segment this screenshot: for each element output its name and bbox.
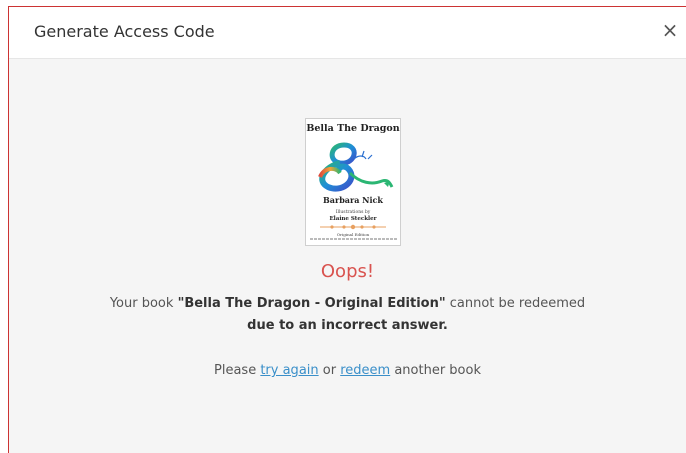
cover-title: Bella The Dragon [306, 123, 400, 134]
try-again-link[interactable]: try again [260, 363, 318, 378]
action-middle: or [318, 363, 341, 378]
access-code-modal: Generate Access Code × Bella The Dragon [8, 6, 686, 453]
error-message: Your book "Bella The Dragon - Original E… [9, 293, 686, 337]
cover-edition: Original Edition [336, 232, 370, 237]
modal-header: Generate Access Code × [9, 7, 686, 59]
error-heading: Oops! [320, 261, 375, 282]
book-name: "Bella The Dragon - Original Edition" [177, 296, 446, 311]
ornament-divider [320, 224, 386, 230]
book-cover: Bella The Dragon Barbara Nick Illustrati… [305, 118, 401, 246]
action-suffix: another book [390, 363, 481, 378]
close-button[interactable]: × [660, 19, 680, 41]
dragon-illustration [318, 142, 394, 192]
action-line: Please try again or redeem another book [9, 363, 686, 378]
message-reason: due to an incorrect answer. [247, 318, 448, 333]
modal-title: Generate Access Code [34, 22, 215, 41]
redeem-link[interactable]: redeem [340, 363, 390, 378]
cover-author: Barbara Nick [323, 195, 383, 205]
cover-illustrations-label: Illustrations by [335, 210, 371, 215]
cover-illustrator: Elaine Steckler [329, 216, 377, 222]
message-prefix: Your book [109, 296, 178, 311]
action-prefix: Please [214, 363, 261, 378]
message-suffix: cannot be redeemed [445, 296, 586, 311]
cover-copyright-line [310, 238, 398, 240]
